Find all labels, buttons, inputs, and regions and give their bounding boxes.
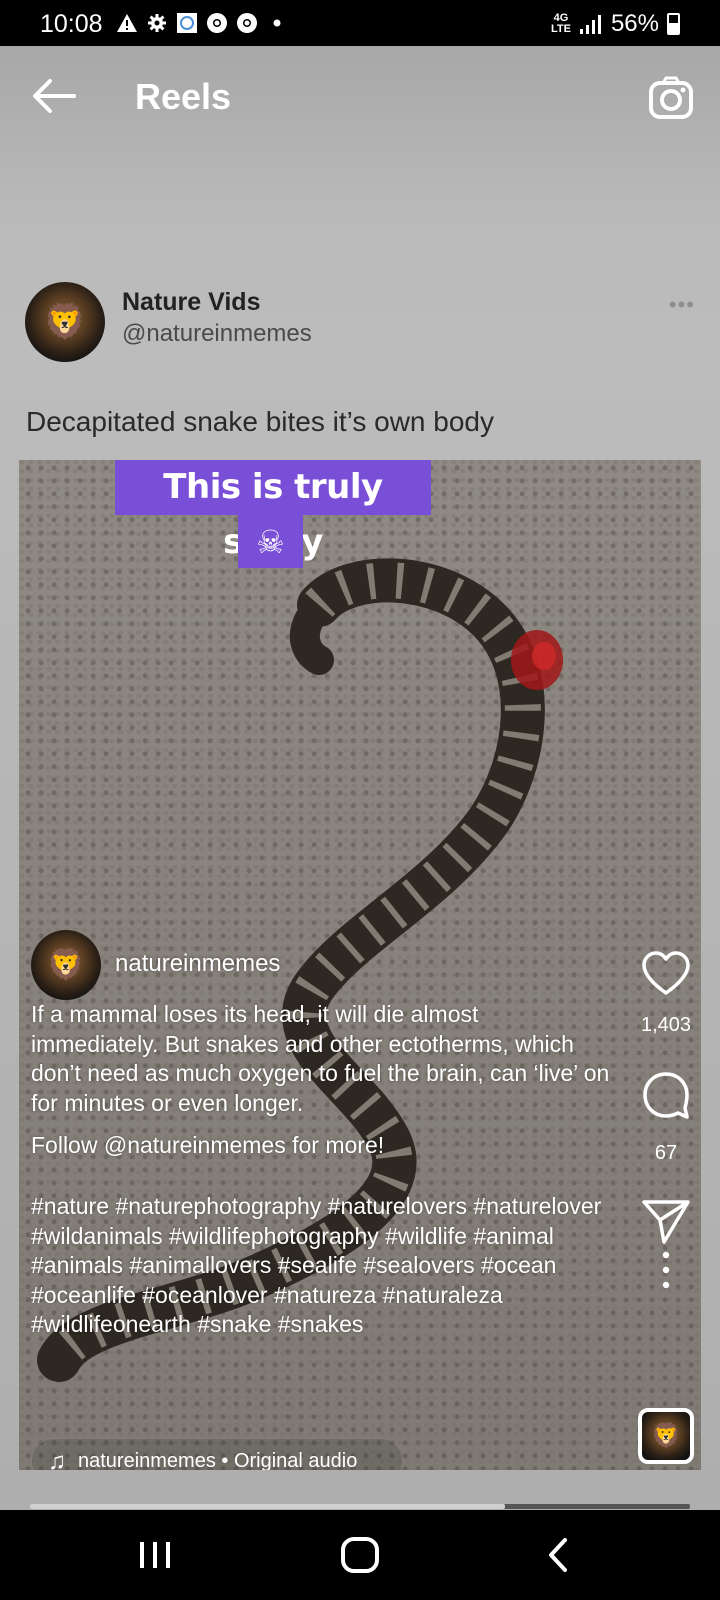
back-nav-icon[interactable] [535, 1532, 585, 1578]
status-time: 10:08 [40, 10, 103, 38]
lion-avatar-icon: 🦁 [47, 948, 85, 982]
dot-icon [266, 12, 288, 34]
audio-button[interactable]: ♫ natureinmemes • Original audio [31, 1438, 403, 1470]
skull-icon: ☠ [238, 515, 303, 568]
hashtags[interactable]: #nature #naturephotography #naturelovers… [31, 1192, 621, 1340]
likes-count[interactable]: 1,403 [631, 1014, 701, 1037]
music-note-icon: ♫ [48, 1448, 66, 1470]
back-arrow-icon[interactable] [30, 76, 76, 116]
settings-icon [146, 12, 168, 34]
audio-label: natureinmemes • Original audio [78, 1450, 358, 1470]
video-banner-text: This is truly scary [115, 460, 431, 562]
lion-avatar-icon: 🦁 [651, 1422, 681, 1450]
creator-avatar[interactable]: 🦁 [31, 930, 101, 1000]
lion-avatar-icon: 🦁 [43, 303, 87, 341]
status-right: 4G LTE 56% [551, 10, 680, 38]
more-vertical-icon[interactable] [659, 1250, 673, 1290]
author-name[interactable]: Nature Vids [122, 288, 260, 317]
chrome-icon [236, 12, 258, 34]
home-icon[interactable] [335, 1532, 385, 1578]
reel-description: If a mammal loses its head, it will die … [31, 1001, 610, 1116]
skull-emoji: ☠ [256, 523, 285, 560]
signal-icon [579, 15, 601, 34]
notification-icons [116, 12, 288, 34]
comments-count[interactable]: 67 [631, 1142, 701, 1165]
post-text: Decapitated snake bites it’s own body [26, 406, 494, 437]
app-icon [176, 12, 198, 34]
action-column: 1,403 67 🦁 [631, 460, 701, 1470]
battery-icon [667, 13, 680, 35]
recent-apps-icon[interactable] [130, 1532, 180, 1578]
heart-icon[interactable] [641, 950, 691, 1000]
system-nav-bar [0, 1510, 720, 1600]
network-type: 4G LTE [551, 13, 571, 35]
reels-screen: Reels 🦁 Nature Vids @natureinmemes ••• D… [0, 46, 720, 1510]
chrome-icon [206, 12, 228, 34]
network-lte: LTE [550, 23, 571, 35]
top-bar: Reels [0, 46, 720, 156]
status-bar: 10:08 4G LTE 56% [0, 0, 720, 46]
more-options-icon[interactable]: ••• [669, 292, 695, 318]
follow-text: Follow @natureinmemes for more! [31, 1132, 385, 1158]
video-progress-fill [30, 1504, 506, 1509]
camera-icon[interactable] [648, 76, 694, 120]
author-handle[interactable]: @natureinmemes [122, 320, 312, 348]
page-title: Reels [135, 76, 232, 117]
battery-percent: 56% [610, 10, 659, 37]
audio-thumbnail[interactable]: 🦁 [638, 1408, 694, 1464]
reel-video[interactable]: This is truly scary ☠ 🦁 natureinmemes If… [19, 460, 701, 1470]
author-avatar[interactable]: 🦁 [25, 282, 105, 362]
comment-icon[interactable] [641, 1070, 691, 1120]
creator-username[interactable]: natureinmemes [115, 950, 280, 978]
post-author[interactable]: 🦁 Nature Vids @natureinmemes ••• [25, 282, 695, 366]
video-progress-bar[interactable] [30, 1504, 690, 1509]
warning-icon [116, 12, 138, 34]
share-icon[interactable] [641, 1196, 691, 1246]
